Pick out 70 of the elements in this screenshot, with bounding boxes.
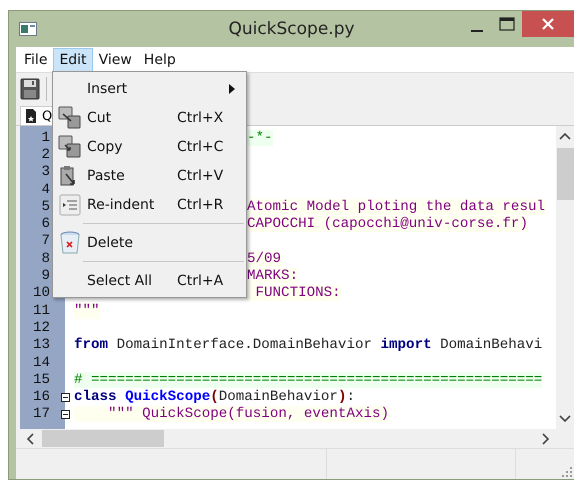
code-string: """ QuickScope(fusion, eventAxis): [74, 406, 390, 422]
app-icon: [19, 22, 37, 36]
code-text: DomainInterface.DomainBehavior: [116, 337, 373, 354]
minimize-icon: [471, 30, 483, 32]
scroll-right-icon[interactable]: [542, 432, 550, 444]
code-string: FUNCTIONS:: [247, 285, 341, 302]
scrollbar-thumb[interactable]: [42, 430, 164, 447]
menu-item[interactable]: Edit: [53, 48, 93, 72]
trash-icon: [59, 230, 81, 254]
code-operator: (: [210, 389, 219, 406]
menu-option[interactable]: Paste Ctrl+V: [53, 161, 246, 190]
line-number: 15: [32, 372, 50, 388]
submenu-arrow-icon: [229, 84, 235, 94]
code-string: MARKS:: [247, 268, 298, 284]
line-number: 11: [32, 302, 50, 319]
line-number: 3: [40, 164, 50, 180]
line-number: 16: [32, 389, 50, 406]
line-number: 10: [32, 285, 50, 302]
collapse-icon[interactable]: [60, 410, 70, 419]
code-comment: -*-: [247, 130, 273, 146]
code-text: :: [346, 389, 355, 406]
code-string: """: [74, 302, 100, 319]
scroll-left-icon[interactable]: [26, 432, 34, 444]
line-number: 8: [40, 250, 50, 267]
line-number: 5: [40, 198, 50, 215]
line-number: 9: [40, 268, 50, 284]
cut-icon: [58, 106, 82, 130]
scroll-up-icon[interactable]: [559, 132, 571, 140]
menu-item[interactable]: File: [18, 48, 54, 72]
window-title: QuickScope.py: [227, 19, 356, 39]
code-class-name: QuickScope: [125, 389, 210, 406]
code-text: DomainBehavior: [218, 389, 338, 406]
scroll-down-icon[interactable]: [559, 415, 571, 423]
code-operator: ): [338, 389, 346, 406]
file-icon: [25, 109, 37, 123]
copy-icon: [58, 134, 82, 158]
indent-icon: [59, 194, 81, 216]
menu-option[interactable]: Copy Ctrl+C: [53, 132, 246, 161]
resize-grip-icon[interactable]: [562, 467, 572, 477]
menu-option[interactable]: Select All Ctrl+A: [53, 266, 246, 295]
line-number: 13: [32, 337, 50, 354]
code-string: 5/09: [247, 250, 282, 267]
tab-label: Q: [42, 108, 52, 124]
menu-item[interactable]: Help: [138, 48, 182, 72]
line-number: 4: [40, 182, 50, 198]
line-number: 2: [40, 146, 50, 163]
code-string: CAPOCCHI (capocchi@univ-corse.fr): [247, 216, 528, 232]
line-number: 14: [32, 354, 50, 370]
menu-option[interactable]: Insert: [53, 74, 246, 103]
menu-option[interactable]: Re-indent Ctrl+R: [53, 190, 246, 219]
line-number: 7: [40, 233, 50, 250]
vertical-scrollbar[interactable]: [556, 126, 574, 429]
code-keyword: from: [74, 337, 108, 354]
save-button[interactable]: [20, 78, 40, 100]
code-text: DomainBehavi: [439, 337, 542, 354]
scrollbar-thumb[interactable]: [556, 148, 574, 200]
close-icon: [541, 17, 555, 31]
line-number: 1: [40, 130, 50, 146]
code-string: Atomic Model ploting the data resul: [247, 198, 545, 215]
code-keyword: import: [380, 337, 432, 354]
code-comment: # =====================================================: [74, 372, 542, 388]
menu-option[interactable]: Delete: [53, 228, 246, 257]
close-button[interactable]: [522, 11, 574, 37]
line-number: 12: [32, 320, 50, 336]
menu-item[interactable]: View: [92, 48, 138, 72]
line-number: 17: [32, 406, 50, 422]
code-keyword: class: [74, 389, 118, 406]
line-number: 6: [40, 216, 50, 232]
collapse-icon[interactable]: [60, 392, 70, 402]
maximize-icon: [499, 17, 515, 31]
